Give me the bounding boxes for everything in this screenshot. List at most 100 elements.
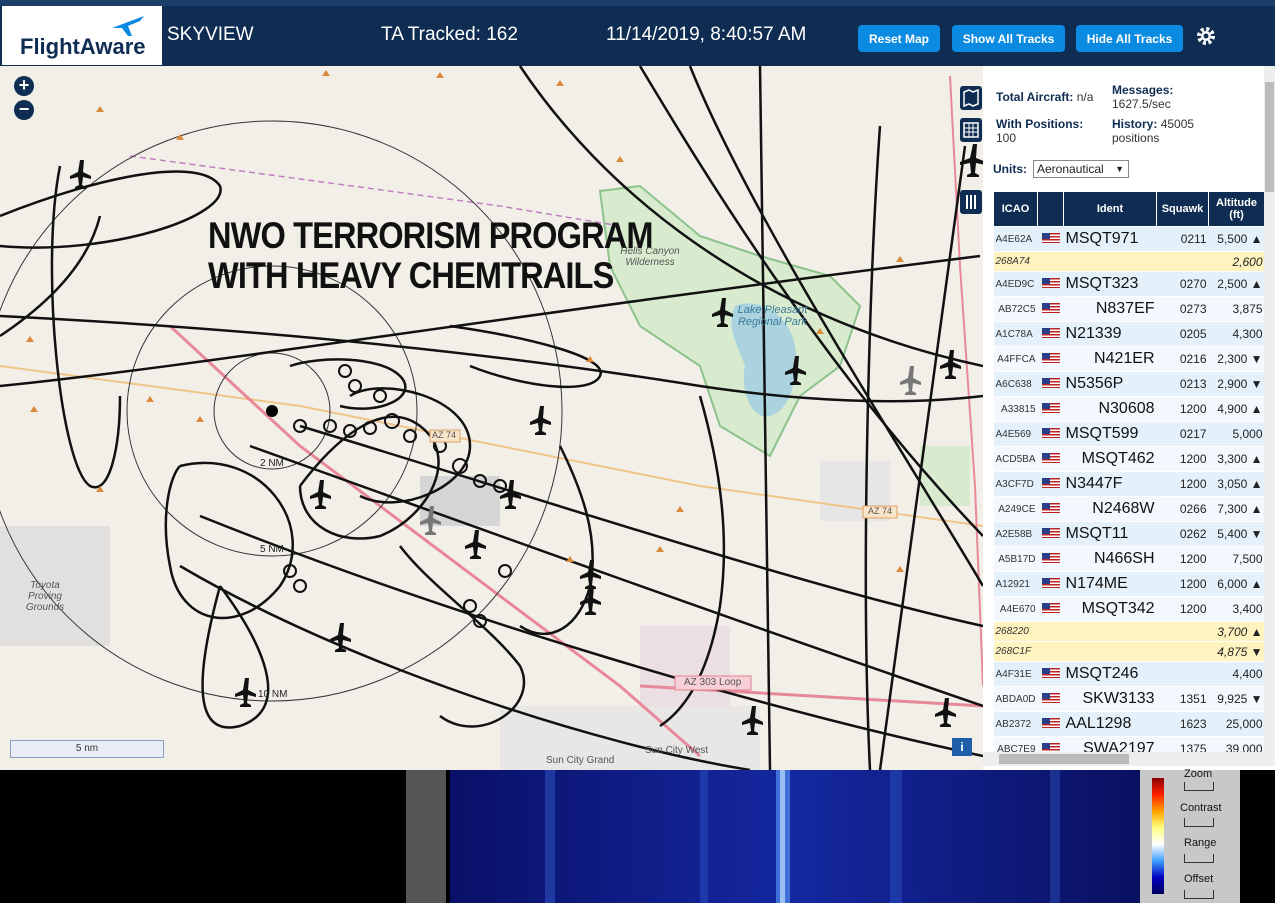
- us-flag-icon: [1041, 603, 1060, 613]
- table-row[interactable]: AB2372 AAL1298 1623 25,000: [993, 711, 1265, 737]
- offset-slider[interactable]: [1184, 890, 1214, 899]
- panel-vertical-scrollbar[interactable]: [1264, 66, 1275, 756]
- info-button[interactable]: i: [952, 738, 972, 756]
- table-row[interactable]: A2E58B MSQT11 0262 5,400 ▼: [993, 521, 1265, 547]
- squawk-cell: [1156, 621, 1209, 642]
- flag-cell: [1037, 271, 1064, 297]
- zoom-slider[interactable]: [1184, 782, 1214, 791]
- table-row[interactable]: ABDA0D SKW3133 1351 9,925 ▼: [993, 686, 1265, 712]
- ring-label-5nm: 5 NM: [260, 544, 284, 555]
- ident-cell: N3447F: [1063, 471, 1157, 497]
- ident-cell: [1063, 641, 1157, 662]
- col-squawk[interactable]: Squawk: [1156, 191, 1210, 227]
- scroll-thumb[interactable]: [1265, 82, 1274, 192]
- gear-icon[interactable]: [1194, 24, 1218, 48]
- table-row[interactable]: A4E670 MSQT342 1200 3,400: [993, 596, 1265, 622]
- ident-cell: MSQT462: [1063, 446, 1157, 472]
- us-flag-icon: [1041, 277, 1060, 288]
- units-label: Units:: [993, 162, 1027, 176]
- us-flag-icon: [1041, 232, 1060, 243]
- table-row[interactable]: A249CE N2468W 0266 7,300 ▲: [993, 496, 1265, 522]
- flag-cell: [1037, 421, 1064, 447]
- flag-cell: [1037, 251, 1064, 272]
- squawk-cell: 0211: [1156, 226, 1209, 252]
- show-all-tracks-button[interactable]: Show All Tracks: [952, 25, 1065, 52]
- icao-cell: 268220: [993, 621, 1038, 642]
- flag-cell: [1037, 621, 1064, 642]
- table-row[interactable]: 268C1F 4,875 ▼: [993, 641, 1265, 662]
- altitude-cell: 4,300: [1208, 321, 1265, 347]
- ident-cell: N21339: [1063, 321, 1157, 347]
- icao-cell: A4E670: [993, 596, 1038, 622]
- ident-cell: MSQT599: [1063, 421, 1157, 447]
- color-scale-bar: [1152, 778, 1164, 894]
- table-row[interactable]: A1C78A N21339 0205 4,300: [993, 321, 1265, 347]
- table-row[interactable]: A3CF7D N3447F 1200 3,050 ▲: [993, 471, 1265, 497]
- units-value: Aeronautical: [1037, 162, 1104, 176]
- overlay-line-2: WITH HEAVY CHEMTRAILS: [208, 255, 614, 296]
- hide-all-tracks-button[interactable]: Hide All Tracks: [1076, 25, 1183, 52]
- units-select[interactable]: Aeronautical ▼: [1033, 160, 1129, 178]
- flag-cell: [1037, 496, 1064, 522]
- map-view[interactable]: NWO TERRORISM PROGRAM WITH HEAVY CHEMTRA…: [0, 66, 983, 770]
- table-row[interactable]: A6C638 N5356P 0213 2,900 ▼: [993, 371, 1265, 397]
- altitude-cell: 2,600: [1208, 251, 1265, 272]
- messages-stat: Messages: 1627.5/sec: [1112, 83, 1192, 111]
- table-row[interactable]: 268A74 2,600: [993, 251, 1265, 272]
- grid-icon[interactable]: [960, 118, 982, 142]
- table-row[interactable]: A4F31E MSQT246 4,400: [993, 661, 1265, 687]
- app-name: SKYVIEW: [167, 24, 254, 45]
- table-row[interactable]: A4E62A MSQT971 0211 5,500 ▲: [993, 226, 1265, 252]
- contrast-slider[interactable]: [1184, 818, 1214, 827]
- squawk-cell: 0205: [1156, 321, 1209, 347]
- squawk-cell: 1200: [1156, 446, 1209, 472]
- az74-label-2: AZ 74: [868, 506, 893, 516]
- flag-cell: [1037, 321, 1064, 347]
- col-ident[interactable]: Ident: [1063, 191, 1158, 227]
- table-row[interactable]: AB72C5 N837EF 0273 3,875: [993, 296, 1265, 322]
- table-row[interactable]: A4E569 MSQT599 0217 5,000: [993, 421, 1265, 447]
- table-row[interactable]: A4ED9C MSQT323 0270 2,500 ▲: [993, 271, 1265, 297]
- total-aircraft-label: Total Aircraft:: [996, 90, 1074, 104]
- panel-horizontal-scrollbar[interactable]: [983, 752, 1275, 766]
- columns-icon[interactable]: [960, 190, 982, 214]
- table-row[interactable]: 268220 3,700 ▲: [993, 621, 1265, 642]
- col-flag[interactable]: [1037, 191, 1065, 227]
- table-row[interactable]: A5B17D N466SH 1200 7,500: [993, 546, 1265, 572]
- ident-cell: AAL1298: [1063, 711, 1157, 737]
- zoom-in-button[interactable]: +: [14, 76, 34, 96]
- us-flag-icon: [1041, 693, 1060, 703]
- squawk-cell: [1156, 641, 1209, 662]
- ident-cell: MSQT11: [1063, 521, 1157, 547]
- flag-cell: [1037, 711, 1064, 737]
- table-row[interactable]: A12921 N174ME 1200 6,000 ▲: [993, 571, 1265, 597]
- table-row[interactable]: A4FFCA N421ER 0216 2,300 ▼: [993, 346, 1265, 372]
- waterfall-display[interactable]: [450, 770, 1140, 903]
- ident-cell: SKW3133: [1063, 686, 1157, 712]
- flag-cell: [1037, 596, 1064, 622]
- flightaware-logo[interactable]: FlightAware: [2, 6, 162, 65]
- col-altitude[interactable]: Altitude (ft): [1208, 191, 1266, 227]
- squawk-cell: 1200: [1156, 596, 1209, 622]
- reset-map-button[interactable]: Reset Map: [858, 25, 940, 52]
- waterfall-canvas: [450, 770, 1140, 903]
- squawk-cell: [1156, 251, 1209, 272]
- altitude-cell: 5,400 ▼: [1208, 521, 1265, 547]
- col-icao[interactable]: ICAO: [992, 191, 1039, 227]
- zoom-out-button[interactable]: −: [14, 100, 34, 120]
- map-layers-icon[interactable]: [960, 86, 982, 110]
- table-row[interactable]: ACD5BA MSQT462 1200 3,300 ▲: [993, 446, 1265, 472]
- header-top-strip: [0, 0, 1275, 6]
- scroll-thumb-h[interactable]: [999, 754, 1129, 764]
- us-flag-icon: [1041, 577, 1060, 588]
- table-row[interactable]: A33815 N30608 1200 4,900 ▲: [993, 396, 1265, 422]
- flag-cell: [1037, 226, 1064, 252]
- logo-text: FlightAware: [20, 34, 146, 59]
- altitude-cell: 6,000 ▲: [1208, 571, 1265, 597]
- range-slider[interactable]: [1184, 854, 1214, 863]
- icao-cell: A33815: [993, 396, 1038, 422]
- sun-city-grand-label: Sun City Grand: [546, 755, 615, 766]
- icao-cell: A3CF7D: [993, 471, 1038, 497]
- squawk-cell: 1200: [1156, 546, 1209, 572]
- altitude-cell: 4,900 ▲: [1208, 396, 1265, 422]
